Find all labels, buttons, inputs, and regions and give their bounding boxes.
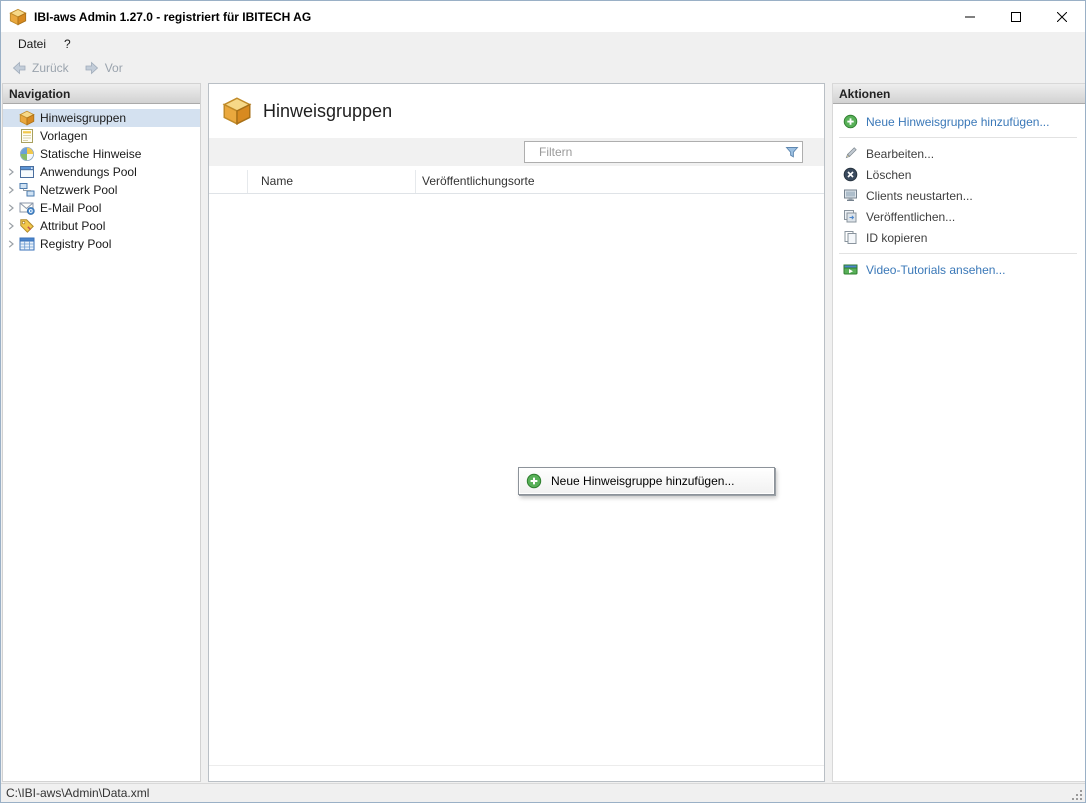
nav-item-label: Anwendungs Pool — [40, 165, 137, 179]
static-notices-icon — [19, 146, 35, 162]
navigation-panel-header: Navigation — [3, 84, 200, 104]
action-new-notice-group[interactable]: Neue Hinweisgruppe hinzufügen... — [833, 111, 1085, 132]
action-label: Video-Tutorials ansehen... — [866, 263, 1005, 277]
nav-item-label: Attribut Pool — [40, 219, 105, 233]
notice-groups-icon — [19, 110, 35, 126]
forward-button[interactable]: Vor — [80, 58, 132, 78]
chevron-right-icon[interactable] — [3, 204, 19, 212]
action-copy-id[interactable]: ID kopieren — [833, 227, 1085, 248]
action-edit[interactable]: Bearbeiten... — [833, 143, 1085, 164]
actions-panel-header: Aktionen — [833, 84, 1085, 104]
nav-item-netzwerk-pool[interactable]: Netzwerk Pool — [3, 181, 200, 199]
delete-icon — [843, 167, 858, 182]
nav-item-hinweisgruppen[interactable]: Hinweisgruppen — [3, 109, 200, 127]
statusbar-data-path: C:\IBI-aws\Admin\Data.xml — [6, 786, 149, 800]
column-header-veroeffentlichungsorte[interactable]: Veröffentlichungsorte — [416, 170, 824, 193]
new-notice-group-overlay-label: Neue Hinweisgruppe hinzufügen... — [551, 474, 734, 488]
actions-panel: Aktionen Neue Hinweisgruppe hinzufügen..… — [832, 83, 1085, 782]
forward-arrow-icon — [84, 60, 100, 76]
title-bar: IBI-aws Admin 1.27.0 - registriert für I… — [1, 1, 1085, 32]
action-restart-clients[interactable]: Clients neustarten... — [833, 185, 1085, 206]
app-logo-icon — [9, 8, 27, 26]
application-pool-icon — [19, 164, 35, 180]
email-pool-icon — [19, 200, 35, 216]
nav-item-anwendungs-pool[interactable]: Anwendungs Pool — [3, 163, 200, 181]
forward-label: Vor — [105, 61, 123, 75]
action-label: Veröffentlichen... — [866, 210, 955, 224]
content-area: Navigation Hinweisgruppen — [1, 81, 1085, 783]
menu-datei[interactable]: Datei — [9, 34, 55, 54]
app-window: IBI-aws Admin 1.27.0 - registriert für I… — [0, 0, 1086, 803]
attribute-pool-icon — [19, 218, 35, 234]
actions-separator — [839, 137, 1077, 138]
back-arrow-icon — [11, 60, 27, 76]
actions-separator — [839, 253, 1077, 254]
restart-clients-icon — [843, 188, 858, 203]
nav-item-label: E-Mail Pool — [40, 201, 101, 215]
back-button[interactable]: Zurück — [7, 58, 78, 78]
main-panel: Hinweisgruppen Name Veröffentlichungsort… — [208, 83, 825, 782]
maximize-button[interactable] — [993, 1, 1039, 32]
nav-item-label: Vorlagen — [40, 129, 87, 143]
nav-item-label: Hinweisgruppen — [40, 111, 126, 125]
status-bar: C:\IBI-aws\Admin\Data.xml — [1, 783, 1085, 802]
actions-list: Neue Hinweisgruppe hinzufügen... Bearbei… — [833, 104, 1085, 280]
filter-funnel-icon[interactable] — [785, 145, 799, 159]
table-header: Name Veröffentlichungsorte — [209, 170, 824, 194]
action-video-tutorials[interactable]: Video-Tutorials ansehen... — [833, 259, 1085, 280]
registry-pool-icon — [19, 236, 35, 252]
add-icon — [526, 473, 542, 489]
navigation-panel: Navigation Hinweisgruppen — [2, 83, 201, 782]
filter-row — [209, 138, 824, 166]
close-button[interactable] — [1039, 1, 1085, 32]
nav-item-attribut-pool[interactable]: Attribut Pool — [3, 217, 200, 235]
navigation-list: Hinweisgruppen Vorlagen — [3, 104, 200, 253]
nav-item-vorlagen[interactable]: Vorlagen — [3, 127, 200, 145]
action-label: Clients neustarten... — [866, 189, 973, 203]
action-delete[interactable]: Löschen — [833, 164, 1085, 185]
back-label: Zurück — [32, 61, 69, 75]
page-title: Hinweisgruppen — [263, 101, 392, 122]
menu-help[interactable]: ? — [55, 34, 80, 54]
chevron-right-icon[interactable] — [3, 186, 19, 194]
chevron-right-icon[interactable] — [3, 222, 19, 230]
nav-item-email-pool[interactable]: E-Mail Pool — [3, 199, 200, 217]
network-pool-icon — [19, 182, 35, 198]
nav-item-label: Registry Pool — [40, 237, 111, 251]
resize-grip[interactable] — [1070, 788, 1084, 802]
main-header: Hinweisgruppen — [209, 84, 824, 138]
chevron-right-icon[interactable] — [3, 240, 19, 248]
toolbar: Zurück Vor — [1, 55, 1085, 81]
action-label: Löschen — [866, 168, 911, 182]
window-controls — [947, 1, 1085, 32]
action-label: ID kopieren — [866, 231, 927, 245]
nav-item-statische-hinweise[interactable]: Statische Hinweise — [3, 145, 200, 163]
action-publish[interactable]: Veröffentlichen... — [833, 206, 1085, 227]
menu-bar: Datei ? — [1, 32, 1085, 55]
filter-input[interactable] — [524, 141, 803, 163]
column-header-spacer — [209, 170, 248, 193]
copy-id-icon — [843, 230, 858, 245]
minimize-button[interactable] — [947, 1, 993, 32]
close-icon — [1057, 12, 1067, 22]
nav-item-label: Statische Hinweise — [40, 147, 141, 161]
edit-icon — [843, 146, 858, 161]
templates-icon — [19, 128, 35, 144]
new-notice-group-overlay-button[interactable]: Neue Hinweisgruppe hinzufügen... — [518, 467, 775, 495]
minimize-icon — [965, 12, 975, 22]
maximize-icon — [1011, 12, 1021, 22]
action-label: Neue Hinweisgruppe hinzufügen... — [866, 115, 1049, 129]
filter-box — [524, 141, 803, 163]
video-tutorials-icon — [843, 262, 858, 277]
window-title: IBI-aws Admin 1.27.0 - registriert für I… — [34, 10, 311, 24]
add-icon — [843, 114, 858, 129]
action-label: Bearbeiten... — [866, 147, 934, 161]
notice-groups-large-icon — [222, 96, 252, 126]
chevron-right-icon[interactable] — [3, 168, 19, 176]
publish-icon — [843, 209, 858, 224]
nav-item-registry-pool[interactable]: Registry Pool — [3, 235, 200, 253]
column-header-name[interactable]: Name — [248, 170, 416, 193]
nav-item-label: Netzwerk Pool — [40, 183, 117, 197]
